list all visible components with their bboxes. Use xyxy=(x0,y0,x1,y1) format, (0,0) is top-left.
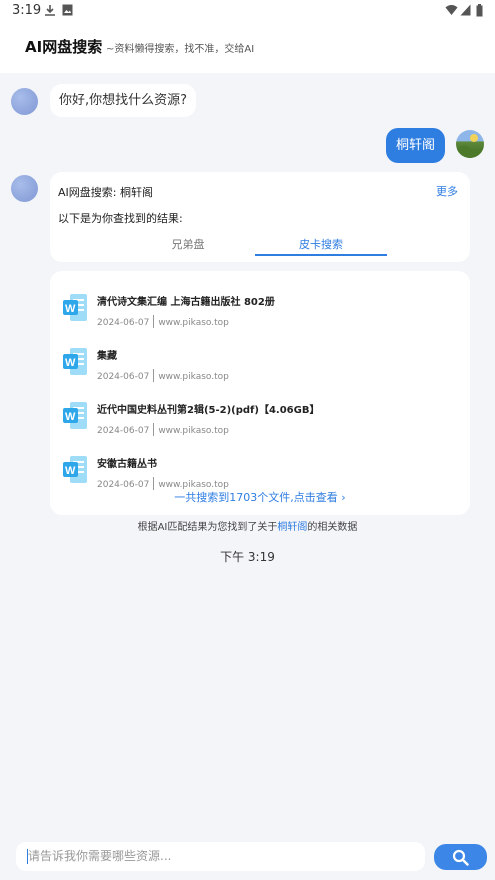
bot-avatar xyxy=(11,175,38,202)
file-name: 清代诗文集汇编 上海古籍出版社 802册 xyxy=(97,297,275,308)
list-item[interactable]: W 近代中国史料丛刊第2辑(5-2)(pdf)【4.06GB】 2024-06-… xyxy=(50,393,470,445)
word-doc-icon: W xyxy=(63,294,87,321)
app-title: AI网盘搜索 xyxy=(25,38,103,56)
svg-text:W: W xyxy=(65,411,76,423)
app-header: AI网盘搜索 ~资料懒得搜索，找不准，交给AI xyxy=(0,22,495,73)
file-meta: 2024-06-07 www.pikaso.top xyxy=(97,369,229,382)
status-bar: 3:19 xyxy=(0,0,495,22)
result-list-card: W 清代诗文集汇编 上海古籍出版社 802册 2024-06-07 www.pik… xyxy=(50,271,470,515)
search-result-header-card: AI网盘搜索: 桐轩阁 更多 以下是为你查找到的结果: 兄弟盘 皮卡搜索 xyxy=(50,172,470,262)
file-meta: 2024-06-07 www.pikaso.top xyxy=(97,423,229,436)
text-caret xyxy=(27,849,28,864)
file-name: 安徽古籍丛书 xyxy=(97,459,157,470)
status-time: 3:19 xyxy=(12,3,42,18)
user-message-text: 桐轩阁 xyxy=(395,138,435,153)
image-icon xyxy=(62,4,73,16)
file-date: 2024-06-07 xyxy=(97,318,150,328)
file-name: 近代中国史料丛刊第2辑(5-2)(pdf)【4.06GB】 xyxy=(97,405,320,416)
word-doc-icon: W xyxy=(63,456,87,483)
match-summary: 根据AI匹配结果为您找到了关于桐轩阁的相关数据 xyxy=(0,518,495,533)
match-summary-keyword: 桐轩阁 xyxy=(277,522,308,533)
avatar-landscape-icon xyxy=(456,134,484,158)
file-name: 集藏 xyxy=(97,351,117,362)
svg-text:W: W xyxy=(65,465,76,477)
bot-greeting-text: 你好,你想找什么资源? xyxy=(59,93,188,108)
file-meta: 2024-06-07 www.pikaso.top xyxy=(97,315,229,328)
download-icon xyxy=(45,5,55,16)
message-timestamp: 下午 3:19 xyxy=(220,550,275,564)
search-input[interactable]: 请告诉我你需要哪些资源... xyxy=(16,842,425,871)
wifi-icon xyxy=(445,5,458,15)
file-date: 2024-06-07 xyxy=(97,426,150,436)
tab-pikasearch[interactable]: 皮卡搜索 xyxy=(255,236,387,256)
cell-signal-icon xyxy=(460,4,471,16)
file-source: www.pikaso.top xyxy=(158,426,229,436)
search-input-placeholder: 请告诉我你需要哪些资源... xyxy=(28,849,172,863)
file-source: www.pikaso.top xyxy=(158,372,229,382)
bot-avatar xyxy=(11,88,38,115)
svg-text:W: W xyxy=(65,357,76,369)
match-summary-prefix: 根据AI匹配结果为您找到了关于 xyxy=(137,522,278,533)
search-button[interactable] xyxy=(434,844,487,870)
match-summary-suffix: 的相关数据 xyxy=(307,522,358,533)
search-icon xyxy=(452,849,469,866)
tab-xiongdipan[interactable]: 兄弟盘 xyxy=(138,236,238,256)
file-source: www.pikaso.top xyxy=(158,318,229,328)
file-date: 2024-06-07 xyxy=(97,372,150,382)
user-avatar[interactable] xyxy=(456,130,484,158)
app-subtitle: ~资料懒得搜索，找不准，交给AI xyxy=(106,44,255,55)
list-item[interactable]: W 集藏 2024-06-07 www.pikaso.top xyxy=(50,339,470,391)
user-message-bubble: 桐轩阁 xyxy=(385,128,445,163)
svg-text:W: W xyxy=(65,303,76,315)
more-link[interactable]: 更多 xyxy=(436,183,458,199)
result-title: AI网盘搜索: 桐轩阁 xyxy=(58,186,153,199)
word-doc-icon: W xyxy=(63,348,87,375)
list-item[interactable]: W 清代诗文集汇编 上海古籍出版社 802册 2024-06-07 www.pik… xyxy=(50,285,470,337)
result-description: 以下是为你查找到的结果: xyxy=(58,212,183,225)
view-all-link[interactable]: 一共搜索到1703个文件,点击查看 › xyxy=(50,489,470,505)
word-doc-icon: W xyxy=(63,402,87,429)
battery-icon xyxy=(476,4,483,17)
bot-greeting-bubble: 你好,你想找什么资源? xyxy=(50,84,197,117)
